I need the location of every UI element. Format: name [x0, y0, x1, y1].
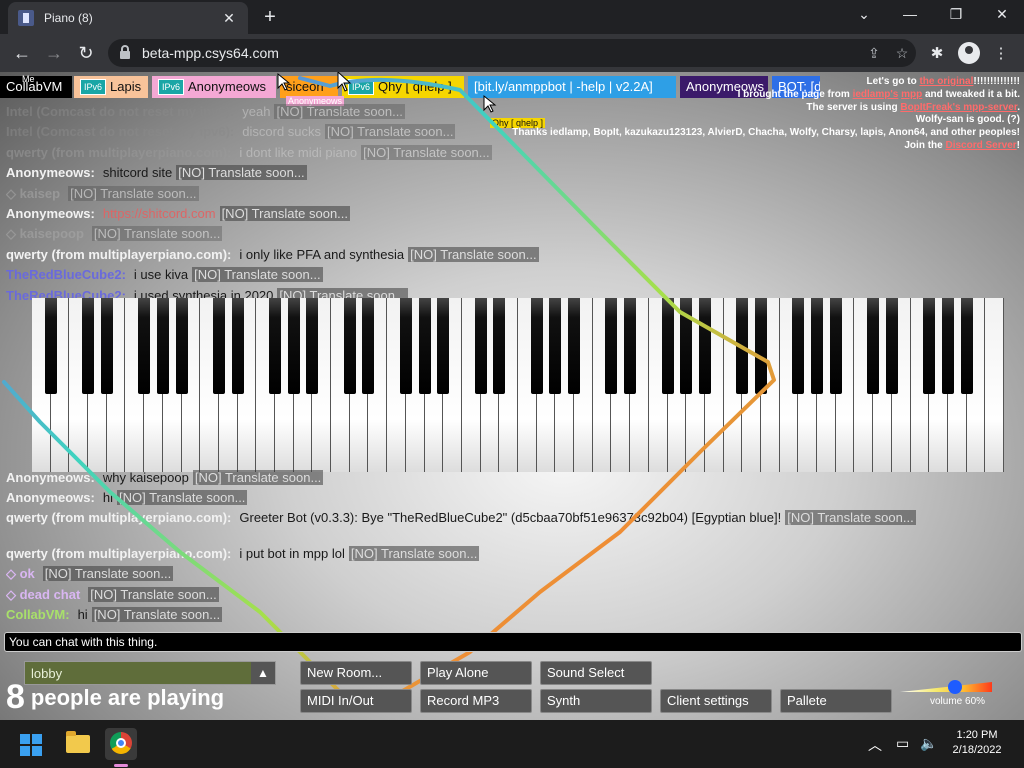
clock-date: 2/18/2022 — [952, 744, 1002, 756]
players-count: 8 people are playing — [6, 678, 224, 717]
bookmark-star-icon[interactable]: ☆ — [888, 45, 916, 62]
record-mp3-button[interactable]: Record MP3 — [420, 689, 532, 713]
windows-start-icon[interactable] — [20, 734, 42, 756]
clock-time: 1:20 PM — [956, 729, 998, 741]
remote-cursor-icon — [277, 72, 291, 91]
restore-icon[interactable]: ❐ — [944, 6, 968, 23]
new-room-button[interactable]: New Room... — [300, 661, 412, 685]
tray-chevron-icon[interactable]: ︿ — [868, 735, 882, 755]
tab-close-icon[interactable]: ✕ — [220, 10, 238, 27]
browser-toolbar: ← → ↻ beta-mpp.csys64.com ⇪ ☆ ✱ ⋮ — [0, 34, 1024, 72]
cursor-trail-overlay — [2, 72, 776, 706]
sound-select-button[interactable]: Sound Select — [540, 661, 652, 685]
mouse-cursor-icon — [337, 72, 352, 92]
play-alone-button[interactable]: Play Alone — [420, 661, 532, 685]
speaker-icon[interactable]: 🔈 — [920, 735, 937, 752]
address-bar[interactable]: beta-mpp.csys64.com ⇪ ☆ — [108, 39, 916, 67]
cursor-trail — [2, 76, 776, 706]
minimize-icon[interactable]: — — [898, 6, 922, 22]
back-icon[interactable]: ← — [10, 42, 34, 64]
mpp-page: CollabVM Me IPv6 Lapis IPv6 Anonymeows sic… — [0, 72, 1024, 720]
piano-favicon-icon — [18, 10, 34, 26]
network-icon[interactable]: ▭ — [896, 735, 909, 752]
chrome-icon[interactable] — [110, 732, 132, 754]
tab-search-icon[interactable]: ⌄ — [852, 6, 876, 23]
client-settings-button[interactable]: Client settings — [660, 689, 772, 713]
player-count-text: people are playing — [30, 685, 225, 710]
midi-button[interactable]: MIDI In/Out — [300, 689, 412, 713]
profile-avatar-icon[interactable] — [958, 42, 980, 64]
extensions-icon[interactable]: ✱ — [926, 43, 948, 65]
system-clock[interactable]: 1:20 PM 2/18/2022 — [946, 728, 1008, 758]
browser-tab[interactable]: Piano (8) ✕ — [8, 2, 248, 34]
taskbar: ︿ ▭ 🔈 1:20 PM 2/18/2022 — [0, 720, 1024, 768]
url-text[interactable]: beta-mpp.csys64.com — [142, 45, 860, 61]
pallete-button[interactable]: Pallete — [780, 689, 892, 713]
reload-icon[interactable]: ↻ — [74, 42, 98, 64]
volume-label: volume 60% — [930, 696, 986, 707]
file-explorer-icon[interactable] — [66, 731, 90, 753]
tab-title: Piano (8) — [44, 11, 93, 25]
remote-cursor-icon — [483, 94, 497, 113]
volume-track[interactable] — [900, 682, 992, 692]
volume-slider[interactable]: volume 60% — [896, 678, 996, 708]
close-window-icon[interactable]: ✕ — [990, 6, 1014, 23]
forward-icon[interactable]: → — [42, 42, 66, 64]
lock-icon[interactable] — [120, 45, 130, 59]
active-app-indicator — [114, 764, 128, 767]
chevron-up-icon[interactable]: ▲ — [251, 662, 275, 684]
browser-tabbar: Piano (8) ✕ + ⌄ — ❐ ✕ — [0, 0, 1024, 34]
chat-input[interactable]: You can chat with this thing. — [4, 632, 1022, 652]
player-count-number: 8 — [6, 678, 25, 716]
browser-menu-icon[interactable]: ⋮ — [990, 43, 1012, 65]
synth-button[interactable]: Synth — [540, 689, 652, 713]
share-icon[interactable]: ⇪ — [860, 45, 888, 62]
new-tab-icon[interactable]: + — [258, 6, 282, 29]
